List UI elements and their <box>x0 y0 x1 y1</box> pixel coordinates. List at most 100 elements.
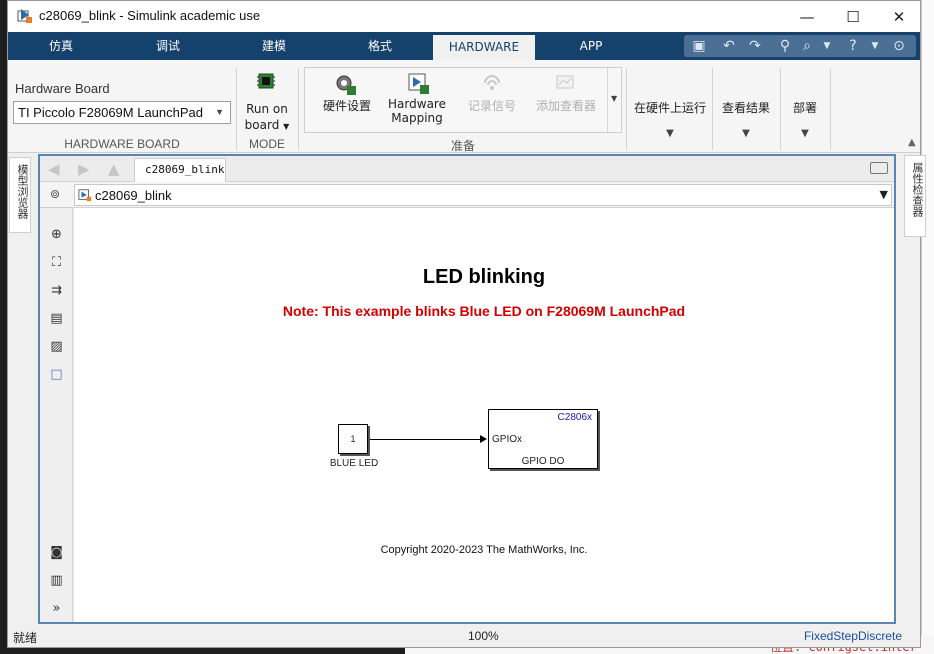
prepare-gallery: 硬件设置 Hardware Mapping 记录信号 添加查看器 ▼ <box>304 67 622 133</box>
hardware-board-value: TI Piccolo F28069M LaunchPad <box>18 105 203 120</box>
chevron-down-icon[interactable]: ▼ <box>880 188 888 201</box>
tab-app[interactable]: APP <box>546 32 636 60</box>
fit-to-view-icon[interactable]: ⛶ <box>48 254 65 271</box>
add-viewer-icon <box>556 75 574 89</box>
run-on-hardware-button[interactable]: 在硬件上运行 ▼ <box>630 99 710 139</box>
hardware-mapping-icon <box>408 73 429 94</box>
collapse-icon[interactable]: ⊙ <box>890 37 908 55</box>
chevron-down-icon[interactable]: ▼ <box>818 37 836 55</box>
gallery-expand-button[interactable]: ▼ <box>607 68 622 132</box>
maximize-button[interactable]: ☐ <box>830 1 876 32</box>
section-divider <box>236 68 237 150</box>
chevron-down-icon: ▼ <box>801 128 809 139</box>
image-icon[interactable]: ▨ <box>48 338 65 355</box>
report-icon[interactable]: ▥ <box>48 572 65 589</box>
section-mode: MODE <box>249 137 285 151</box>
add-viewer-button[interactable]: 添加查看器 <box>527 97 605 114</box>
gpio-block-tag: C2806x <box>557 412 592 423</box>
redo-icon[interactable]: ↷ <box>746 37 764 55</box>
status-solver[interactable]: FixedStepDiscrete <box>804 629 902 643</box>
editor-toolbar: ◀ ▶ ▲ c28069_blink <box>40 156 894 182</box>
hardware-settings-button[interactable]: 硬件设置 <box>315 97 379 114</box>
tab-hardware[interactable]: HARDWARE <box>433 35 535 60</box>
view-results-button[interactable]: 查看结果 ▼ <box>714 99 778 139</box>
board-chip-icon <box>257 73 275 89</box>
area-icon[interactable]: □ <box>48 366 65 383</box>
chevron-down-icon: ▼ <box>283 122 290 131</box>
section-divider <box>298 68 299 150</box>
signal-line[interactable] <box>370 439 482 440</box>
section-divider <box>626 68 627 150</box>
log-signals-button[interactable]: 记录信号 <box>457 97 527 114</box>
ribbon: Hardware Board TI Piccolo F28069M Launch… <box>8 60 920 153</box>
hardware-board-label: Hardware Board <box>15 81 110 96</box>
address-text: c28069_blink <box>95 188 172 203</box>
canvas-note: Note: This example blinks Blue LED on F2… <box>282 303 686 319</box>
signal-arrowhead <box>480 435 487 443</box>
zoom-in-icon[interactable]: ⊕ <box>48 226 65 243</box>
run-on-board-button[interactable]: Run on board ▼ <box>238 102 296 132</box>
status-zoom[interactable]: 100% <box>468 629 499 643</box>
address-bar[interactable]: c28069_blink ▼ <box>74 184 892 206</box>
quick-access-toolbar: ▣ ↶ ↷ ⚲ ⌕ ▼ ? ▼ ⊙ <box>684 35 916 57</box>
collapse-ribbon-icon[interactable]: ▲ <box>908 137 916 148</box>
chevron-down-icon: ▼ <box>666 128 674 139</box>
status-bar: 就绪 100% FixedStepDiscrete <box>8 625 920 647</box>
close-button[interactable]: ✕ <box>876 1 922 32</box>
toolstrip-tabs: 仿真 调试 建模 格式 HARDWARE APP ▣ ↶ ↷ ⚲ ⌕ ▼ ? ▼… <box>8 32 920 60</box>
tab-simulation[interactable]: 仿真 <box>16 32 106 60</box>
tab-format[interactable]: 格式 <box>335 32 425 60</box>
annotation-icon[interactable]: ▤ <box>48 310 65 327</box>
help-icon[interactable]: ? <box>844 37 862 55</box>
undo-icon[interactable]: ↶ <box>720 37 738 55</box>
copyright-text: Copyright 2020-2023 The MathWorks, Inc. <box>380 544 588 556</box>
simulink-icon <box>17 9 32 23</box>
title-bar: c28069_blink - Simulink academic use — ☐… <box>8 1 920 32</box>
search-icon[interactable]: ⚲ <box>776 37 794 55</box>
up-icon[interactable]: ▲ <box>108 160 120 178</box>
constant-block-label[interactable]: BLUE LED <box>314 458 394 469</box>
chevron-down-icon: ▼ <box>742 128 750 139</box>
view-results-label: 查看结果 <box>721 101 770 115</box>
straight-arrow-icon[interactable]: ⇉ <box>48 282 65 299</box>
model-browser-label: 模型浏览器 <box>16 164 29 219</box>
gpio-block-name: GPIO DO <box>521 456 565 467</box>
model-tab[interactable]: c28069_blink <box>134 158 226 182</box>
chevron-down-icon: ▼ <box>611 94 618 103</box>
property-inspector-tab[interactable]: 属性检查器 <box>904 155 926 237</box>
model-browser-tab[interactable]: 模型浏览器 <box>9 157 31 233</box>
find-icon[interactable]: ⌕ <box>798 37 816 55</box>
section-divider <box>830 68 831 150</box>
hardware-board-select[interactable]: TI Piccolo F28069M LaunchPad ▼ <box>13 101 231 124</box>
screenshot-icon[interactable]: ◙ <box>48 544 65 561</box>
background-editor-strip <box>921 0 934 654</box>
deploy-label: 部署 <box>792 101 817 115</box>
block-palette: ⊕ ⛶ ⇉ ▤ ▨ □ ◙ ▥ » <box>40 208 73 622</box>
constant-block[interactable]: 1 <box>338 424 368 454</box>
back-icon[interactable]: ◀ <box>48 160 60 178</box>
deploy-button[interactable]: 部署 ▼ <box>780 99 830 139</box>
forward-icon[interactable]: ▶ <box>78 160 90 178</box>
keyboard-icon[interactable] <box>870 162 888 174</box>
tab-debug[interactable]: 调试 <box>123 32 213 60</box>
canvas-title: LED blinking <box>422 266 546 288</box>
expand-palette-icon[interactable]: » <box>48 600 65 617</box>
section-divider <box>712 68 713 150</box>
save-icon[interactable]: ▣ <box>690 37 708 55</box>
chevron-down-icon: ▼ <box>215 107 224 117</box>
minimize-button[interactable]: — <box>784 1 830 32</box>
gear-icon <box>336 75 356 95</box>
window-title: c28069_blink - Simulink academic use <box>39 8 261 23</box>
hardware-mapping-line1: Hardware <box>388 97 446 111</box>
model-canvas[interactable]: LED blinking Note: This example blinks B… <box>74 208 894 622</box>
gpio-input-port: GPIOx <box>492 434 523 445</box>
status-ready: 就绪 <box>13 631 38 645</box>
section-prepare: 准备 <box>450 139 475 153</box>
run-on-board-label: board <box>244 118 280 132</box>
hardware-mapping-button[interactable]: Hardware Mapping <box>385 97 449 125</box>
gpio-do-block[interactable]: C2806x GPIOx GPIO DO <box>488 409 598 469</box>
address-row: ⊚ c28069_blink ▼ <box>40 182 894 208</box>
tab-modeling[interactable]: 建模 <box>229 32 319 60</box>
chevron-down-icon[interactable]: ▼ <box>866 37 884 55</box>
hide-explorer-icon[interactable]: ⊚ <box>50 187 60 201</box>
